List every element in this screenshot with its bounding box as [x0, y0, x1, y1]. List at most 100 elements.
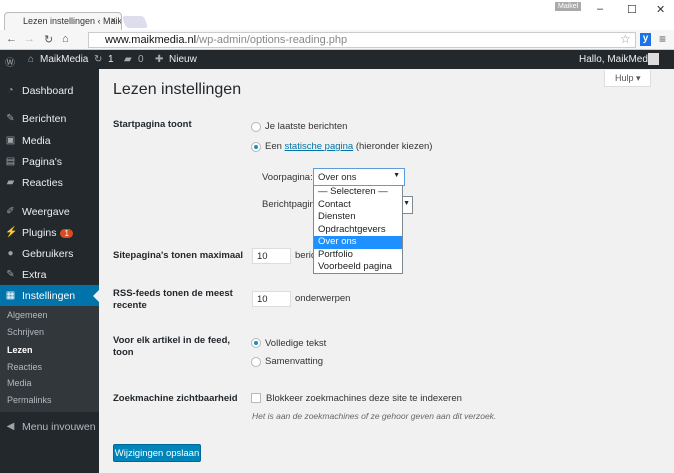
- per-page-unit: berichten: [295, 250, 313, 261]
- page-title: Lezen instellingen: [113, 81, 242, 98]
- close-window-icon[interactable]: ✕: [656, 3, 665, 16]
- sidebar-item-label: Media: [22, 135, 51, 147]
- updates-count[interactable]: 1: [108, 54, 114, 65]
- collapse-label: Menu invouwen: [22, 421, 96, 433]
- search-note: Het is aan de zoekmachines of ze gehoor …: [252, 411, 497, 421]
- sidebar-item-dashboard[interactable]: ◔ Dashboard: [0, 80, 99, 101]
- new-link[interactable]: Nieuw: [169, 54, 197, 65]
- sidebar-item-gebruikers[interactable]: ● Gebruikers: [0, 243, 99, 264]
- maximize-icon[interactable]: ☐: [627, 3, 637, 16]
- feed-label: Voor elk artikel in de feed, toon: [113, 335, 231, 358]
- dropdown-option[interactable]: Diensten: [314, 211, 402, 224]
- static-page-radio[interactable]: [251, 142, 261, 152]
- full-text-radio[interactable]: [251, 338, 261, 348]
- forward-icon[interactable]: →: [24, 33, 35, 45]
- back-icon[interactable]: ←: [6, 33, 17, 45]
- submenu-item-lezen[interactable]: Lezen: [7, 345, 33, 355]
- sidebar-item-label: Plugins: [22, 227, 57, 239]
- block-search-label: Blokkeer zoekmachines deze site te index…: [266, 393, 462, 404]
- pin-icon: ✎: [6, 113, 15, 124]
- save-button[interactable]: Wijzigingen opslaan: [113, 444, 201, 462]
- star-icon[interactable]: ☆: [620, 32, 631, 46]
- plus-icon: ✚: [155, 54, 164, 65]
- sidebar-item-label: Pagina's: [22, 156, 62, 168]
- collapse-menu-button[interactable]: ◀ Menu invouwen: [0, 416, 99, 437]
- browser-tabbar: Lezen instellingen ‹ Maik × Maikel – ☐ ✕: [0, 0, 674, 30]
- dropdown-option[interactable]: Over ons: [314, 236, 402, 249]
- summary-radio[interactable]: [251, 357, 261, 367]
- rss-input[interactable]: 10: [252, 291, 291, 307]
- help-button[interactable]: Hulp ▾: [604, 70, 651, 87]
- avatar[interactable]: [648, 53, 659, 65]
- updates-icon: ↻: [94, 54, 103, 65]
- sidebar-item-weergave[interactable]: ✐ Weergave: [0, 201, 99, 222]
- extension-icon[interactable]: y: [640, 33, 651, 46]
- tab-close-icon[interactable]: ×: [111, 15, 116, 25]
- full-text-label: Volledige tekst: [265, 338, 327, 349]
- latest-posts-radio[interactable]: [251, 122, 261, 132]
- reload-icon[interactable]: ↻: [44, 33, 53, 46]
- sidebar-item-label: Gebruikers: [22, 248, 74, 260]
- submenu-item-schrijven[interactable]: Schrijven: [7, 327, 44, 337]
- comments-count[interactable]: 0: [138, 54, 144, 65]
- comments-icon: ▰: [124, 54, 132, 65]
- front-page-select-label: Voorpagina:: [262, 172, 313, 183]
- per-page-input[interactable]: 10: [252, 248, 291, 264]
- sidebar-item-instellingen[interactable]: ▦ Instellingen: [0, 285, 99, 306]
- sidebar-item-extra[interactable]: ✎ Extra: [0, 264, 99, 285]
- url-path: /wp-admin/options-reading.php: [196, 34, 348, 46]
- media-icon: ▣: [5, 135, 16, 146]
- sidebar-item-plugins[interactable]: ⚡ Plugins 1: [0, 222, 99, 243]
- front-page-label: Startpagina toont: [113, 119, 192, 130]
- collapse-icon: ◀: [6, 421, 15, 432]
- browser-tab[interactable]: Lezen instellingen ‹ Maik ×: [4, 12, 122, 30]
- rss-unit: onderwerpen: [295, 293, 351, 304]
- sidebar-item-label: Reacties: [22, 177, 63, 189]
- new-tab-button[interactable]: [121, 16, 149, 28]
- search-visibility-label: Zoekmachine zichtbaarheid: [113, 393, 238, 404]
- greeting[interactable]: Hallo, MaikMedia: [579, 54, 656, 65]
- front-page-dropdown: — Selecteren — Contact Diensten Opdrachtgev…: [313, 186, 403, 274]
- submenu-item-permalinks[interactable]: Permalinks: [7, 395, 52, 405]
- tab-title: Lezen instellingen ‹ Maik: [23, 16, 122, 26]
- minimize-icon[interactable]: –: [597, 3, 603, 15]
- home-icon[interactable]: ⌂: [62, 33, 69, 45]
- menu-icon[interactable]: ≡: [659, 32, 666, 46]
- latest-posts-label: Je laatste berichten: [265, 121, 348, 132]
- front-page-value: Over ons: [318, 172, 357, 183]
- sidebar-item-paginas[interactable]: ▤ Pagina's: [0, 151, 99, 172]
- sidebar-item-reacties[interactable]: ▰ Reacties: [0, 172, 99, 193]
- static-pre: Een: [265, 141, 285, 152]
- sidebar-item-label: Weergave: [22, 206, 70, 218]
- profile-badge[interactable]: Maikel: [555, 2, 582, 11]
- dropdown-option[interactable]: Opdrachtgevers: [314, 224, 402, 237]
- dropdown-option[interactable]: Portfolio: [314, 249, 402, 262]
- front-page-select[interactable]: Over ons ▼: [313, 168, 405, 186]
- dropdown-option[interactable]: Contact: [314, 199, 402, 212]
- static-post: (hieronder kiezen): [353, 141, 433, 152]
- admin-bar: Ⓦ ⌂ MaikMedia ↻ 1 ▰ 0 ✚ Nieuw Hallo, Mai…: [0, 50, 674, 69]
- static-page-link[interactable]: statische pagina: [285, 141, 354, 152]
- update-badge: 1: [60, 229, 73, 238]
- rss-label: RSS-feeds tonen de meest recente: [113, 288, 233, 311]
- brush-icon: ✐: [6, 206, 15, 217]
- dashboard-icon: ◔: [7, 85, 14, 96]
- sidebar-item-berichten[interactable]: ✎ Berichten: [0, 108, 99, 129]
- dropdown-option[interactable]: — Selecteren —: [314, 186, 402, 199]
- plugin-icon: ⚡: [5, 227, 18, 238]
- submenu-item-media[interactable]: Media: [7, 378, 32, 388]
- sidebar-item-media[interactable]: ▣ Media: [0, 130, 99, 151]
- submenu-item-algemeen[interactable]: Algemeen: [7, 310, 48, 320]
- block-search-checkbox[interactable]: [251, 393, 261, 403]
- wordpress-logo-icon[interactable]: Ⓦ: [5, 54, 15, 69]
- submenu-item-reacties[interactable]: Reacties: [7, 362, 42, 372]
- dropdown-option[interactable]: Voorbeeld pagina: [314, 261, 402, 274]
- url-input[interactable]: www.maikmedia.nl/wp-admin/options-readin…: [88, 32, 636, 48]
- per-page-label: Sitepagina's tonen maximaal: [113, 250, 244, 261]
- home-icon: ⌂: [28, 54, 35, 65]
- pages-icon: ▤: [5, 156, 16, 167]
- sidebar-item-label: Berichten: [22, 113, 67, 125]
- sidebar-item-label: Extra: [22, 269, 47, 281]
- site-name-link[interactable]: MaikMedia: [40, 54, 88, 65]
- tools-icon: ✎: [6, 269, 15, 280]
